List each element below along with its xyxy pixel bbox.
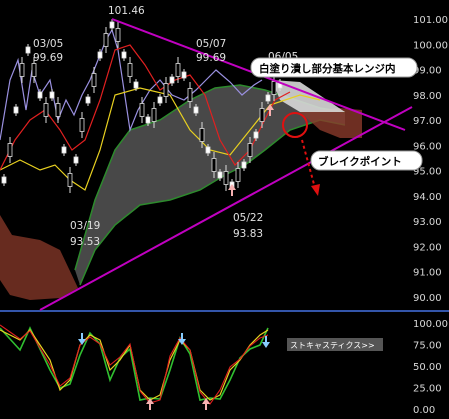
candle-body (241, 161, 247, 169)
p1-date: 03/05 (33, 38, 63, 50)
price-tick-label: 96.00 (413, 141, 442, 152)
candle-body (127, 63, 133, 77)
candle-body (181, 71, 187, 79)
candle-body (265, 94, 271, 102)
candle-body (67, 173, 73, 187)
candle-body (187, 88, 193, 102)
candle-body (7, 143, 13, 157)
candle-body (1, 176, 7, 184)
candle-body (193, 106, 199, 114)
price-tick-label: 100.00 (413, 40, 448, 51)
range-callout-text: 白塗り潰し部分基本レンジ内 (259, 62, 396, 75)
price-tick-label: 94.00 (413, 192, 442, 203)
candle-body (199, 128, 205, 142)
candle-body (133, 81, 139, 89)
candle-body (13, 106, 19, 114)
candle-body (253, 131, 259, 139)
candle-body (115, 28, 121, 42)
price-tick-label: 93.00 (413, 217, 442, 228)
stoch-tick-label: 25.00 (413, 384, 442, 395)
p4-value: 93.83 (233, 228, 263, 240)
price-tick-label: 101.00 (413, 15, 448, 26)
p3-value: 93.53 (70, 236, 100, 248)
candle-body (79, 118, 85, 132)
p4-date: 05/22 (233, 212, 263, 224)
candle-body (49, 91, 55, 99)
candle-body (163, 83, 169, 97)
candle-body (73, 156, 79, 164)
candle-body (55, 103, 61, 117)
candle-body (223, 171, 229, 185)
candle-body (157, 96, 163, 104)
stoch-label: ストキャスティクス>> (290, 341, 375, 350)
price-tick-label: 97.00 (413, 116, 442, 127)
price-tick-label: 91.00 (413, 268, 442, 279)
price-tick-label: 90.00 (413, 293, 442, 304)
candle-body (85, 96, 91, 104)
candle-body (235, 168, 241, 182)
chart-canvas: 101.00100.0099.0098.0097.0096.0095.0094.… (0, 0, 449, 419)
candle-body (145, 116, 151, 124)
candle-body (121, 51, 127, 59)
candle-body (91, 73, 97, 87)
p1-value: 99.69 (33, 52, 63, 64)
price-tick-label: 92.00 (413, 242, 442, 253)
stoch-tick-label: 50.00 (413, 362, 442, 373)
candle-body (61, 146, 67, 154)
candle-body (25, 46, 31, 54)
candle-body (271, 81, 277, 95)
candle-body (259, 108, 265, 122)
p2-value: 99.69 (196, 52, 226, 64)
candle-body (109, 21, 115, 29)
breakpoint-callout-text: ブレイクポイント (318, 155, 402, 168)
candle-body (211, 158, 217, 172)
candle-body (169, 76, 175, 84)
candle-body (247, 143, 253, 157)
candle-body (175, 63, 181, 77)
candle-body (19, 63, 25, 77)
stoch-tick-label: 75.00 (413, 341, 442, 352)
price-tick-label: 98.00 (413, 91, 442, 102)
candle-body (151, 108, 157, 122)
stoch-panel (0, 313, 449, 419)
p2-date: 05/07 (196, 38, 226, 50)
stoch-tick-label: 0.00 (413, 405, 435, 416)
stoch-tick-label: 100.00 (413, 319, 448, 330)
candle-body (37, 91, 43, 99)
candle-body (205, 146, 211, 154)
candle-body (103, 33, 109, 47)
candle-body (217, 171, 223, 179)
candle-body (43, 103, 49, 117)
candle-body (139, 103, 145, 117)
p3-date: 03/19 (70, 220, 100, 232)
candle-body (31, 63, 37, 77)
candle-body (97, 51, 103, 59)
high-label: 101.46 (108, 5, 145, 17)
